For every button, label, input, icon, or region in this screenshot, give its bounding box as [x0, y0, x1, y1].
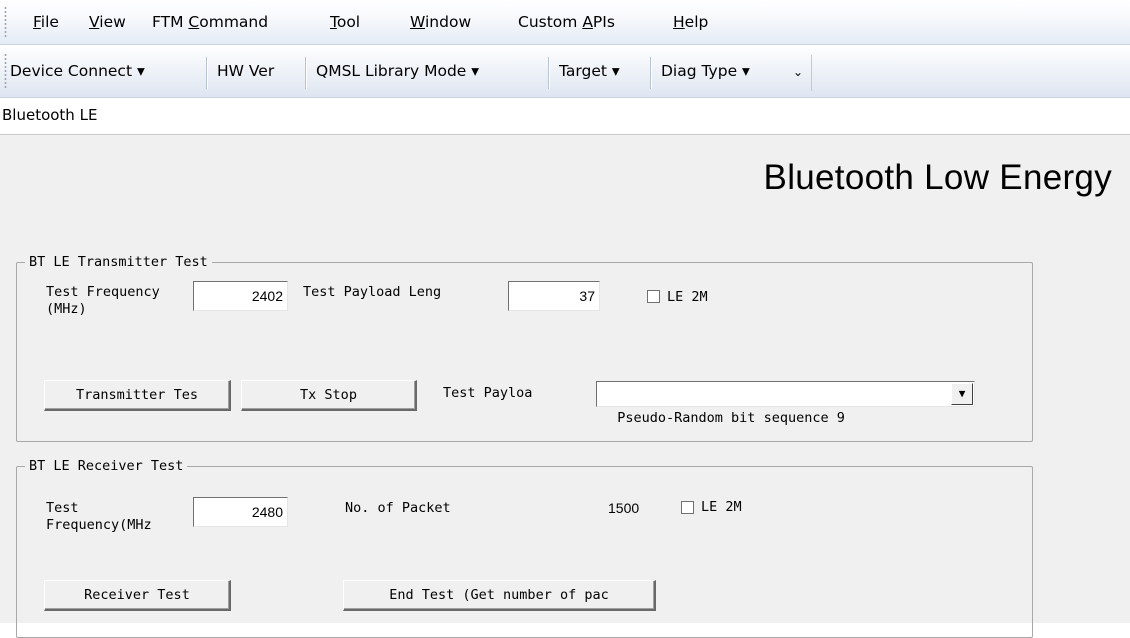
toolbar-separator [650, 57, 652, 89]
rx-test-group: BT LE Receiver Test [16, 458, 1033, 638]
menu-window[interactable]: Window [410, 13, 471, 31]
menu-view[interactable]: View [89, 13, 126, 31]
toolbar-separator [548, 57, 550, 89]
target-dropdown[interactable]: Target ▾ [559, 62, 620, 80]
menu-custom-apis[interactable]: Custom APIs [518, 13, 615, 31]
tx-stop-button[interactable]: Tx Stop [241, 380, 417, 411]
tab-bluetooth-le[interactable]: Bluetooth LE [2, 106, 97, 124]
menu-help[interactable]: Help [673, 13, 708, 31]
menu-ftm-command[interactable]: FTM Command [152, 13, 268, 31]
qmsl-library-mode-dropdown[interactable]: QMSL Library Mode ▾ [316, 62, 479, 80]
tx-le2m-label: LE 2M [667, 289, 708, 305]
menu-bar-grip[interactable] [4, 6, 7, 38]
toolbar-overflow-chevron-icon[interactable]: ⌄ [793, 65, 803, 79]
rx-le2m-label: LE 2M [701, 499, 742, 515]
menu-file[interactable]: File [33, 13, 59, 31]
tx-payload-length-input[interactable]: 37 [508, 281, 600, 311]
rx-group-legend: BT LE Receiver Test [25, 458, 188, 474]
tx-frequency-input[interactable]: 2402 [193, 281, 288, 311]
tx-payload-length-label: Test Payload Leng [303, 284, 442, 300]
device-connect-dropdown[interactable]: Device Connect ▾ [10, 62, 145, 80]
menu-bar: File View FTM Command Tool Window Custom… [0, 0, 1130, 45]
rx-frequency-input[interactable]: 2480 [193, 497, 288, 527]
rx-packets-label: No. of Packet [345, 500, 451, 516]
tx-payload-selected-value: Pseudo-Random bit sequence 9 [617, 410, 845, 426]
transmitter-test-button[interactable]: Transmitter Tes [44, 380, 231, 411]
chevron-down-icon[interactable]: ▼ [951, 383, 973, 405]
receiver-test-button[interactable]: Receiver Test [44, 580, 231, 611]
tx-le2m-checkbox[interactable] [647, 290, 660, 303]
toolbar-grip[interactable] [4, 53, 7, 89]
toolbar: Device Connect ▾ HW Ver QMSL Library Mod… [0, 45, 1130, 98]
toolbar-separator [305, 57, 307, 89]
menu-tool[interactable]: Tool [330, 13, 360, 31]
end-test-button[interactable]: End Test (Get number of pac [343, 580, 656, 611]
tx-payload-label: Test Payloa [443, 385, 533, 401]
page-title: Bluetooth Low Energy [763, 158, 1112, 197]
diag-type-dropdown[interactable]: Diag Type ▾ [661, 62, 750, 80]
toolbar-separator [206, 57, 208, 89]
rx-le2m-checkbox[interactable] [681, 501, 694, 514]
rx-frequency-label: Test Frequency(MHz [46, 500, 152, 533]
tx-group-legend: BT LE Transmitter Test [25, 254, 212, 270]
toolbar-end-divider [811, 55, 812, 91]
hw-ver-button[interactable]: HW Ver [217, 62, 274, 80]
rx-packets-value: 1500 [608, 500, 640, 516]
tx-frequency-label: Test Frequency (MHz) [46, 284, 160, 317]
tx-payload-select[interactable]: Pseudo-Random bit sequence 9 ▼ [596, 381, 975, 426]
